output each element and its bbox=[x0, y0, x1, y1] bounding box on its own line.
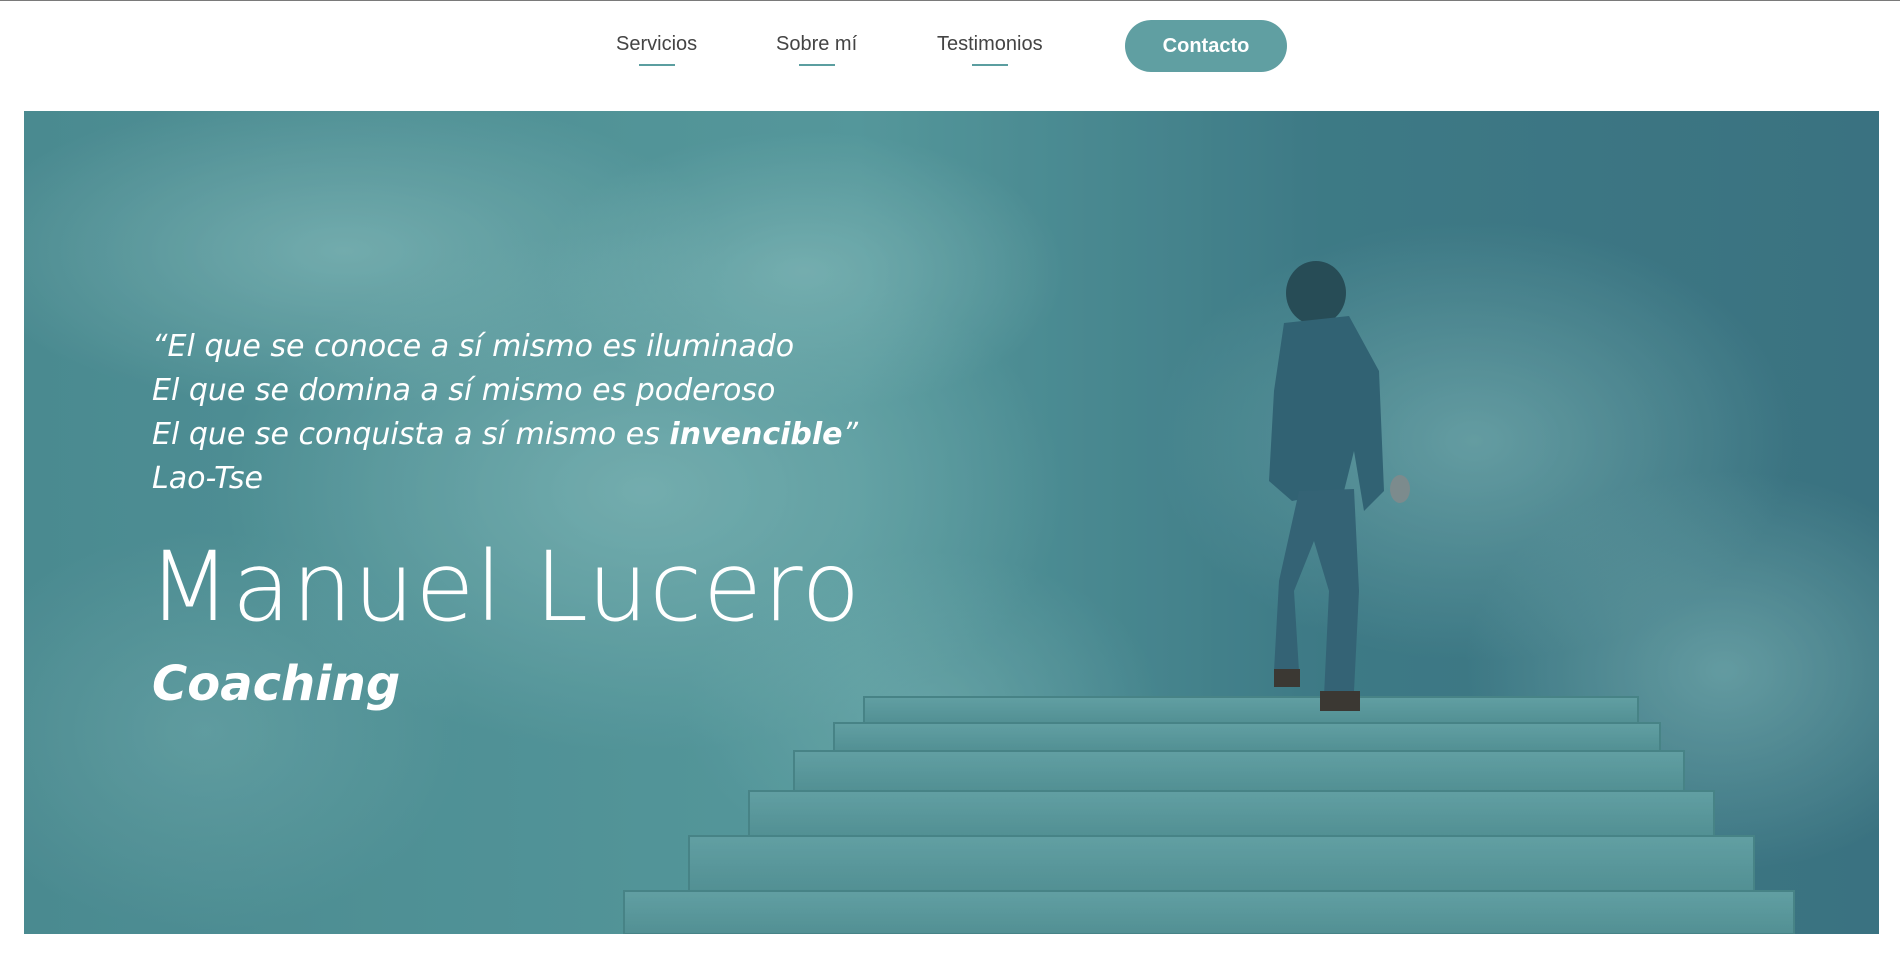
nav-link-testimonios[interactable]: Testimonios bbox=[937, 33, 1043, 66]
nav-underline bbox=[971, 64, 1008, 66]
quote-line-2: El que se domina a sí mismo es poderoso bbox=[152, 373, 776, 408]
top-navigation: Servicios Sobre mí Testimonios Contacto bbox=[0, 1, 1900, 111]
contact-button[interactable]: Contacto bbox=[1125, 20, 1287, 72]
nav-link-sobre-mi[interactable]: Sobre mí bbox=[776, 33, 857, 66]
nav-link-label: Servicios bbox=[616, 33, 698, 55]
nav-underline bbox=[638, 64, 675, 66]
quote-emphasis: invencible bbox=[669, 417, 843, 452]
hero-banner: “El que se conoce a sí mismo es iluminad… bbox=[24, 111, 1879, 934]
quote-author: Lao-Tse bbox=[152, 461, 263, 496]
quote-close-mark: ” bbox=[842, 417, 859, 452]
nav-underline bbox=[798, 64, 835, 66]
quote-line-1: “El que se conoce a sí mismo es iluminad… bbox=[152, 329, 795, 364]
hero-background-image bbox=[24, 111, 1879, 934]
quote-line-3: El que se conquista a sí mismo es invenc… bbox=[152, 413, 1052, 457]
hero-name: Manuel Lucero bbox=[148, 531, 862, 643]
nav-link-label: Testimonios bbox=[937, 33, 1043, 55]
hero-quote: “El que se conoce a sí mismo es iluminad… bbox=[152, 325, 1052, 501]
nav-link-label: Sobre mí bbox=[776, 33, 858, 55]
quote-line-3-text: El que se conquista a sí mismo es bbox=[152, 417, 670, 452]
nav-link-servicios[interactable]: Servicios bbox=[616, 33, 697, 66]
page-bottom-area bbox=[0, 934, 1900, 964]
hero-subtitle: Coaching bbox=[152, 656, 401, 712]
